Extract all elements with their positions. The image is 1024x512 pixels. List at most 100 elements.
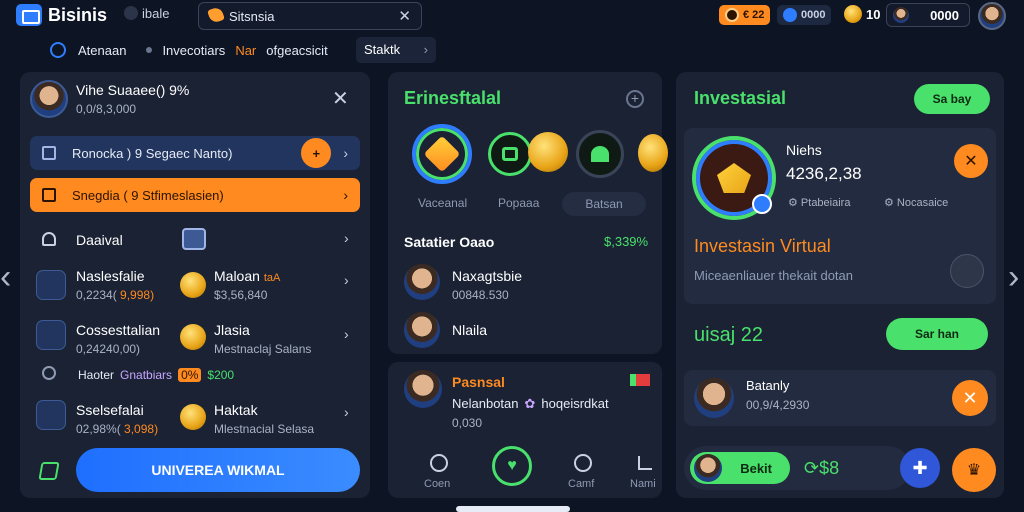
crown-icon[interactable]: ♛ — [952, 448, 996, 492]
search-value: Sitsnsia — [229, 9, 275, 24]
item-2-sub: 02,98%( 3,098) — [76, 422, 159, 436]
close-icon[interactable]: ✕ — [332, 86, 349, 111]
person-name: Batanly — [746, 378, 790, 393]
chevron-right-icon[interactable]: › — [344, 272, 349, 288]
person-0-value: 00848.530 — [452, 288, 509, 302]
middle-panel: Erinesftalal + Vaceanal Popaaa Batsan Sa… — [388, 72, 668, 354]
balance-2-value: 0000 — [801, 9, 826, 21]
nav-row: Atenaan Invecotiars Nar ofgeacsicit — [78, 38, 328, 62]
chevron-right-icon[interactable]: › — [344, 230, 349, 246]
heart-icon: ♥ — [507, 457, 517, 474]
amount-button[interactable]: Sar han — [886, 318, 988, 350]
mail-icon[interactable] — [182, 228, 206, 250]
coin-nav-icon[interactable] — [430, 454, 448, 472]
profile-name: Vihe Suaaee() 9% — [76, 82, 190, 98]
view-switch[interactable]: ibale — [124, 6, 169, 21]
blue-coin-icon — [783, 8, 797, 22]
more-icon[interactable] — [950, 254, 984, 288]
chevron-right-icon[interactable]: › — [344, 326, 349, 342]
item-0-sub: 0,2234( 9,998) — [76, 288, 155, 302]
item-1-sub: 0,24240,00) — [76, 342, 141, 356]
chevron-right-icon[interactable]: › — [344, 404, 349, 420]
person-1-name: Nlaila — [452, 322, 488, 338]
sparkle-icon: ✿ — [524, 396, 536, 411]
balance-chip-blue[interactable]: 0000 — [777, 5, 832, 25]
person-value: 00,9/4,2930 — [746, 398, 810, 412]
add-circle-icon[interactable]: + — [626, 90, 644, 108]
nav-label-coen[interactable]: Coen — [424, 478, 450, 490]
balance-1-value: € 22 — [743, 9, 765, 21]
gold-coin-icon — [180, 272, 206, 298]
home-icon[interactable] — [50, 42, 66, 58]
home-green-icon — [502, 147, 518, 161]
puzzle-icon[interactable]: ✚ — [900, 448, 940, 488]
ring-popaaa[interactable] — [488, 132, 532, 176]
chevron-left-icon[interactable]: ‹ — [0, 258, 11, 297]
search-tag-icon — [207, 6, 225, 24]
chevron-right-icon: › — [343, 145, 348, 161]
mid2-line-tail: hoqeisrdkat — [541, 396, 609, 411]
chevron-right-icon: › — [343, 187, 348, 203]
card-headline-sub: Miceaenliauer thekait dotan — [694, 268, 853, 283]
row-orange-button[interactable]: Snegdia ( 9 Stfimeslasien) › — [30, 178, 360, 212]
nav-item-0[interactable]: Atenaan — [78, 43, 126, 58]
person-avatar — [404, 312, 440, 348]
ring-label-2[interactable]: Batsan — [562, 192, 646, 216]
nav-item-2[interactable]: Nar — [235, 43, 256, 58]
user-avatar[interactable] — [978, 2, 1006, 30]
inline-amount: $200 — [207, 368, 235, 382]
chart-nav-icon[interactable] — [638, 456, 652, 470]
primary-cta-button[interactable]: UNIVEREA WIKMAL — [76, 448, 360, 492]
item-icon — [36, 270, 66, 300]
gold-coins[interactable]: 10 — [838, 4, 886, 24]
ring-vaceanal[interactable] — [412, 124, 472, 184]
nav-label-nami[interactable]: Nami — [630, 478, 656, 490]
item-0-right-title: Maloan taA — [214, 268, 281, 284]
mid2-line-label: Nelanbotan — [452, 396, 519, 411]
profile-avatar — [30, 80, 68, 118]
crystal-icon — [423, 135, 461, 173]
item-1-title: Cossesttalian — [76, 322, 161, 338]
ring-label-0: Vaceanal — [418, 196, 468, 210]
row-blue-button[interactable]: Ronocka ) 9 Segaec Nanto) + › — [30, 136, 360, 170]
close-icon[interactable]: ✕ — [952, 380, 988, 416]
nav-label-camf[interactable]: Camf — [568, 478, 594, 490]
flag-icon — [630, 374, 650, 386]
item-1-right-sub: Mestnaclaj Salans — [214, 342, 312, 356]
item-icon — [36, 320, 66, 350]
chevron-right-icon[interactable]: › — [1008, 258, 1019, 297]
view-label: ibale — [142, 6, 170, 21]
top-action-button[interactable]: Sa bay — [914, 84, 990, 114]
investment-card: Niehs 4236,2,38 ✕ ⚙ Ptabeiaira ⚙ Nocasai… — [684, 128, 996, 304]
person-avatar — [694, 378, 734, 418]
inline-tag: Gnatbiars — [120, 368, 173, 382]
item-2-title: Sselsefalai — [76, 402, 144, 418]
row-orange-label: Snegdia ( 9 Stfimeslasien) — [72, 187, 224, 203]
heart-icon — [591, 146, 609, 162]
ring-batsan[interactable] — [576, 130, 624, 178]
clock-nav-icon[interactable] — [574, 454, 592, 472]
inline-row: Haoter Gnatbiars 0% $200 — [78, 368, 234, 382]
edit-icon[interactable] — [38, 462, 60, 480]
clear-search-icon[interactable]: ✕ — [398, 7, 411, 25]
scroll-handle[interactable] — [456, 506, 570, 512]
app-logo-icon[interactable] — [16, 4, 42, 26]
nav-item-3[interactable]: ofgeacsicit — [266, 43, 327, 58]
item-2-right-sub: Mlestnacial Selasa — [214, 422, 315, 436]
person-card: Batanly 00,9/4,2930 ✕ — [684, 370, 996, 426]
balance-chip-orange[interactable]: € 22 — [719, 5, 771, 25]
card-tag-2: ⚙ Nocasaice — [884, 197, 949, 209]
nav-item-1[interactable]: Invecotiars — [162, 43, 225, 58]
headphones-icon — [42, 232, 56, 246]
person-avatar — [404, 370, 442, 408]
add-icon: + — [301, 138, 332, 168]
heart-nav-button[interactable]: ♥ — [492, 446, 532, 486]
card-headline: Investasin Virtual — [694, 236, 831, 256]
gold-coin-icon — [180, 324, 206, 350]
coin-icon — [725, 8, 739, 22]
search-input[interactable]: Sitsnsia ✕ — [198, 2, 422, 30]
tools-icon[interactable]: ✕ — [954, 144, 988, 178]
stack-chip[interactable]: Staktk › — [356, 37, 436, 63]
person-avatar — [404, 264, 440, 300]
wallet-chip[interactable]: 0000 — [886, 3, 970, 27]
